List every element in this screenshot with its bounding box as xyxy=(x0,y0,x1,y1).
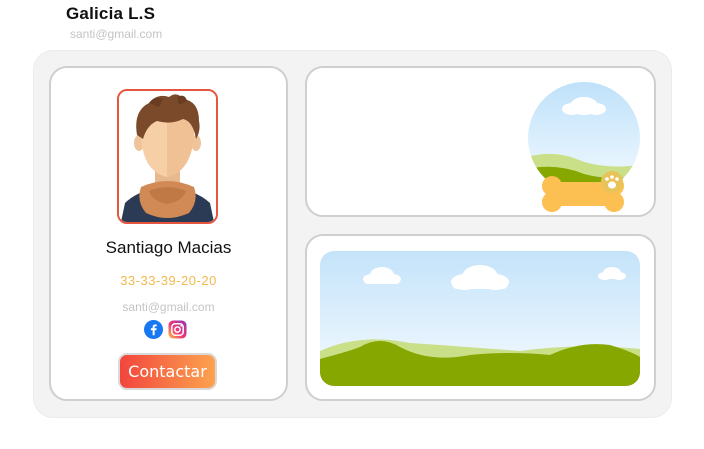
pet-globe-illustration xyxy=(528,82,640,212)
avatar-illustration xyxy=(119,91,216,222)
brand-title: Galicia L.S xyxy=(66,4,156,23)
contact-button[interactable]: Contactar xyxy=(118,353,217,390)
social-links xyxy=(143,320,193,340)
profile-name: Santiago Macias xyxy=(105,238,232,257)
avatar xyxy=(117,89,218,224)
instagram-icon[interactable] xyxy=(168,320,187,339)
profile-phone: 33-33-39-20-20 xyxy=(120,273,217,288)
brand-email: santi@gmail.com xyxy=(70,27,163,41)
profile-email: santi@gmail.com xyxy=(122,300,215,314)
landscape-illustration xyxy=(320,251,640,386)
facebook-icon[interactable] xyxy=(144,320,163,339)
